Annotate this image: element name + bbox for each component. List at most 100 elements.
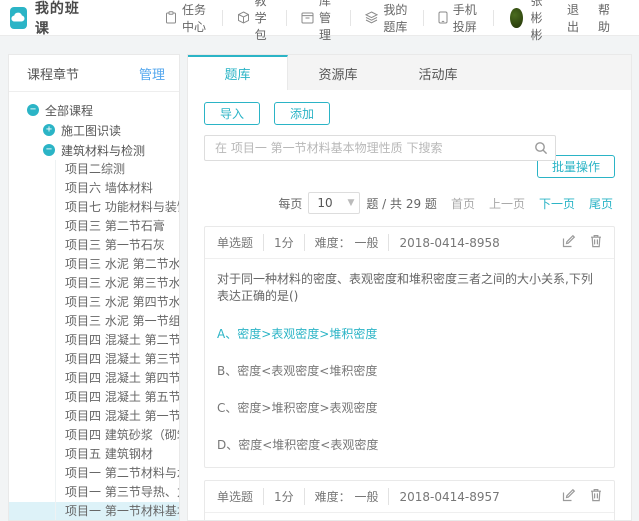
option-text: 密度>表观密度>堆积密度 bbox=[237, 327, 377, 341]
main-area: 题库 资源库 活动库 导入 添加 批量操作 每页 bbox=[187, 54, 632, 521]
tab-strip: 题库 资源库 活动库 bbox=[187, 54, 632, 90]
add-button[interactable]: 添加 bbox=[274, 102, 330, 125]
course-chapter-sidebar: 课程章节 管理 − 全部课程 + 施工图识读 − 建筑材料与检测 项目二综测 项… bbox=[8, 54, 180, 521]
tree-node-label: 全部课程 bbox=[45, 102, 93, 119]
option-c[interactable]: C、密度>堆积密度>表观密度 bbox=[217, 399, 602, 416]
sidebar-item[interactable]: 项目四 混凝土 第五节配合... bbox=[9, 388, 179, 407]
sidebar-item[interactable]: 项目二综测 bbox=[9, 160, 179, 179]
edit-icon[interactable] bbox=[562, 488, 576, 505]
nav-label: 库管理 bbox=[319, 0, 336, 43]
per-page-value: 10 bbox=[317, 196, 332, 210]
logout-link[interactable]: 退出 bbox=[567, 1, 582, 35]
tree-node-all-courses[interactable]: − 全部课程 bbox=[9, 100, 179, 120]
nav-task-center[interactable]: 任务中心 bbox=[151, 10, 223, 26]
per-page-control: 每页 10 ▼ 题 / 共 29 题 bbox=[278, 192, 437, 214]
tab-activity-bank[interactable]: 活动库 bbox=[388, 55, 488, 90]
course-tree: − 全部课程 + 施工图识读 − 建筑材料与检测 项目二综测 项目六 墙体材料 … bbox=[9, 92, 179, 521]
archive-icon bbox=[301, 12, 314, 24]
top-nav: 任务中心 教学包 库管理 我的题库 手机投屏 bbox=[151, 10, 494, 26]
question-body: 对于同一种材料的密度、表观密度和堆积密度三者之间的大小关系,下列表达正确的是()… bbox=[205, 259, 614, 467]
cloud-icon bbox=[11, 11, 25, 25]
delete-icon[interactable] bbox=[590, 488, 602, 505]
last-page-link[interactable]: 尾页 bbox=[589, 195, 613, 212]
question-header: 单选题 1分 难度： 一般 2018-0414-8957 bbox=[205, 481, 614, 513]
sidebar-item[interactable]: 项目四 混凝土 第二节和易性 bbox=[9, 331, 179, 350]
sidebar-item[interactable]: 项目一 第三节导热、力学... bbox=[9, 483, 179, 502]
sidebar-item-selected[interactable]: 项目一 第一节材料基本物... bbox=[9, 502, 179, 521]
question-score: 1分 bbox=[264, 488, 305, 505]
phone-icon bbox=[438, 11, 448, 24]
tree-node-branch[interactable]: + 施工图识读 bbox=[9, 120, 179, 140]
question-id: 2018-0414-8957 bbox=[389, 490, 509, 504]
question-header: 单选题 1分 难度： 一般 2018-0414-8958 bbox=[205, 227, 614, 259]
total-count: 题 / 共 29 题 bbox=[366, 195, 437, 212]
app-title: 我的班课 bbox=[35, 0, 81, 38]
question-type: 单选题 bbox=[217, 234, 264, 251]
sidebar-item[interactable]: 项目一 第二节材料与水相... bbox=[9, 464, 179, 483]
option-text: 密度<表观密度<堆积密度 bbox=[237, 364, 377, 378]
question-actions bbox=[562, 234, 602, 251]
tree-node-label: 建筑材料与检测 bbox=[61, 142, 145, 159]
search-input[interactable] bbox=[204, 135, 556, 161]
manage-link[interactable]: 管理 bbox=[139, 64, 165, 83]
clipboard-icon bbox=[165, 11, 177, 24]
nav-my-question-bank[interactable]: 我的题库 bbox=[351, 10, 423, 26]
expand-icon[interactable]: + bbox=[43, 124, 55, 136]
import-button[interactable]: 导入 bbox=[204, 102, 260, 125]
delete-icon[interactable] bbox=[590, 234, 602, 251]
sidebar-item[interactable]: 项目三 水泥 第一节组成和... bbox=[9, 312, 179, 331]
option-a[interactable]: A、密度>表观密度>堆积密度 bbox=[217, 325, 602, 342]
collapse-icon[interactable]: − bbox=[43, 144, 55, 156]
tree-node-branch[interactable]: − 建筑材料与检测 bbox=[9, 140, 179, 160]
sidebar-item[interactable]: 项目四 建筑砂浆（砌筑、... bbox=[9, 426, 179, 445]
sidebar-item[interactable]: 项目三 第二节石膏 bbox=[9, 217, 179, 236]
sidebar-header: 课程章节 管理 bbox=[9, 55, 179, 92]
option-key: D、 bbox=[217, 438, 238, 452]
prev-page-link[interactable]: 上一页 bbox=[489, 195, 525, 212]
sidebar-item[interactable]: 项目四 混凝土 第四节混凝... bbox=[9, 369, 179, 388]
tree-leaf-list: 项目二综测 项目六 墙体材料 项目七 功能材料与装饰材料 项目三 第二节石膏 项… bbox=[9, 160, 179, 521]
collapse-icon[interactable]: − bbox=[27, 104, 39, 116]
sidebar-item[interactable]: 项目三 水泥 第四节水泥的... bbox=[9, 293, 179, 312]
nav-teaching-package[interactable]: 教学包 bbox=[223, 10, 287, 26]
top-bar: 我的班课 任务中心 教学包 库管理 我的题库 bbox=[0, 0, 639, 36]
option-text: 密度<堆积密度<表观密度 bbox=[238, 438, 378, 452]
search-icon[interactable] bbox=[534, 141, 548, 158]
sidebar-item[interactable]: 项目七 功能材料与装饰材料 bbox=[9, 198, 179, 217]
first-page-link[interactable]: 首页 bbox=[451, 195, 475, 212]
sidebar-item[interactable]: 项目五 建筑钢材 bbox=[9, 445, 179, 464]
sidebar-item[interactable]: 项目三 第一节石灰 bbox=[9, 236, 179, 255]
sidebar-item[interactable]: 项目三 水泥 第二节水泥的... bbox=[9, 255, 179, 274]
tab-resource-bank[interactable]: 资源库 bbox=[288, 55, 388, 90]
help-link[interactable]: 帮助 bbox=[598, 1, 613, 35]
question-body: 某河砂质量为1260kg,烘干至恒重时质量为1145kg,此河砂的含水率为（ ）… bbox=[205, 513, 614, 521]
sidebar-item[interactable]: 项目六 墙体材料 bbox=[9, 179, 179, 198]
page-layout: 课程章节 管理 − 全部课程 + 施工图识读 − 建筑材料与检测 项目二综测 项… bbox=[0, 36, 639, 521]
sidebar-item[interactable]: 项目四 混凝土 第一节原材... bbox=[9, 407, 179, 426]
option-b[interactable]: B、密度<表观密度<堆积密度 bbox=[217, 362, 602, 379]
sidebar-item[interactable]: 项目四 混凝土 第三节强度 bbox=[9, 350, 179, 369]
question-actions bbox=[562, 488, 602, 505]
nav-library-manage[interactable]: 库管理 bbox=[287, 10, 351, 26]
next-page-link[interactable]: 下一页 bbox=[539, 195, 575, 212]
nav-phone-cast[interactable]: 手机投屏 bbox=[424, 10, 494, 26]
nav-label: 我的题库 bbox=[383, 1, 408, 35]
edit-icon[interactable] bbox=[562, 234, 576, 251]
tree-node-label: 施工图识读 bbox=[61, 122, 121, 139]
option-text: 密度>堆积密度>表观密度 bbox=[237, 401, 377, 415]
question-score: 1分 bbox=[264, 234, 305, 251]
avatar[interactable] bbox=[510, 8, 522, 28]
option-d[interactable]: D、密度<堆积密度<表观密度 bbox=[217, 436, 602, 453]
app-logo[interactable] bbox=[10, 7, 27, 29]
tab-filler bbox=[488, 55, 631, 90]
sidebar-item[interactable]: 项目三 水泥 第三节水泥的... bbox=[9, 274, 179, 293]
toolbar: 导入 添加 bbox=[204, 102, 615, 125]
layers-icon bbox=[365, 11, 378, 24]
tab-question-bank[interactable]: 题库 bbox=[188, 55, 288, 90]
question-card: 单选题 1分 难度： 一般 2018-0414-8958 对于同一种材料的密 bbox=[204, 226, 615, 468]
nav-label: 教学包 bbox=[255, 0, 272, 43]
chevron-down-icon: ▼ bbox=[347, 198, 354, 208]
question-difficulty: 难度： 一般 bbox=[305, 488, 390, 505]
option-key: A、 bbox=[217, 327, 237, 341]
per-page-select[interactable]: 10 ▼ bbox=[308, 192, 360, 214]
